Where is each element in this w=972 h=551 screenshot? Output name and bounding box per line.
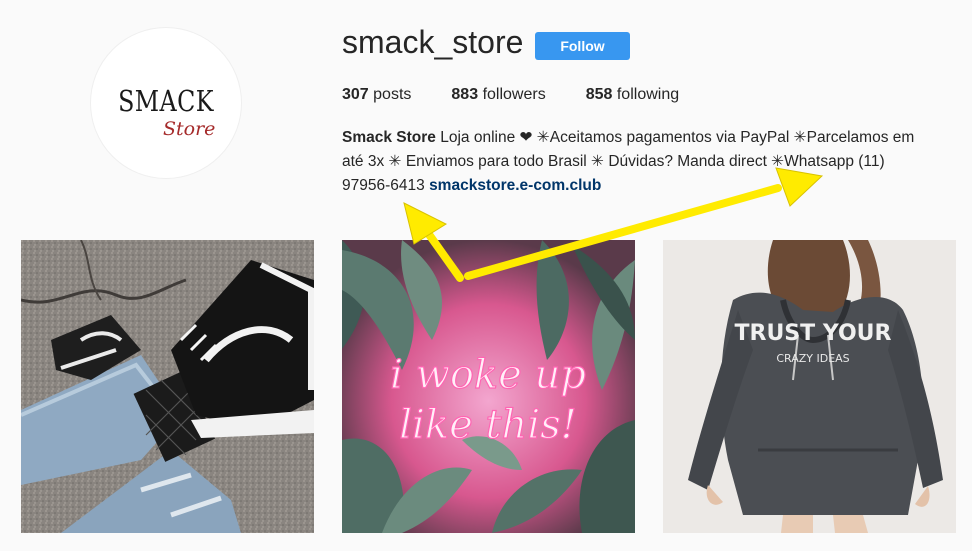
profile-stats: 307 posts 883 followers 858 following	[342, 86, 719, 104]
posts-stat: 307 posts	[342, 86, 411, 104]
neon-sign-photo-icon: i woke up like this!	[342, 240, 635, 533]
hoodie-photo-icon: TRUST YOUR CRAZY IDEAS	[663, 240, 956, 533]
sneakers-photo-icon	[21, 240, 314, 533]
profile-bio: Smack Store Loja online ❤ ✳Aceitamos pag…	[342, 126, 962, 198]
followers-label: followers	[482, 86, 546, 103]
post-tile-1[interactable]	[21, 240, 314, 533]
bio-text-line3: 97956-6413	[342, 177, 430, 194]
posts-count: 307	[342, 86, 369, 103]
following-label: following	[616, 86, 680, 103]
avatar[interactable]: SMACK Store	[90, 27, 242, 179]
neon-text-line1: i woke up	[390, 352, 586, 398]
bio-website-link[interactable]: smackstore.e-com.club	[429, 177, 601, 194]
shirt-text-line1: TRUST YOUR	[735, 321, 892, 346]
follow-button[interactable]: Follow	[535, 32, 630, 60]
posts-label: posts	[373, 86, 412, 103]
post-tile-2[interactable]: i woke up like this!	[342, 240, 635, 533]
shirt-text-line2: CRAZY IDEAS	[776, 352, 849, 365]
neon-text-line2: like this!	[399, 402, 576, 448]
bio-name: Smack Store	[342, 129, 436, 146]
following-count: 858	[585, 86, 613, 103]
avatar-logo-main: SMACK	[118, 84, 214, 118]
following-stat[interactable]: 858 following	[586, 86, 679, 104]
avatar-logo-sub: Store	[163, 118, 216, 140]
bio-text-line1: Loja online ❤ ✳Aceitamos pagamentos via …	[435, 129, 915, 146]
bio-text-line2: até 3x ✳ Enviamos para todo Brasil ✳ Dúv…	[342, 153, 885, 170]
followers-count: 883	[451, 86, 479, 103]
post-tile-3[interactable]: TRUST YOUR CRAZY IDEAS	[663, 240, 956, 533]
profile-username: smack_store	[342, 24, 524, 60]
followers-stat[interactable]: 883 followers	[451, 86, 545, 104]
